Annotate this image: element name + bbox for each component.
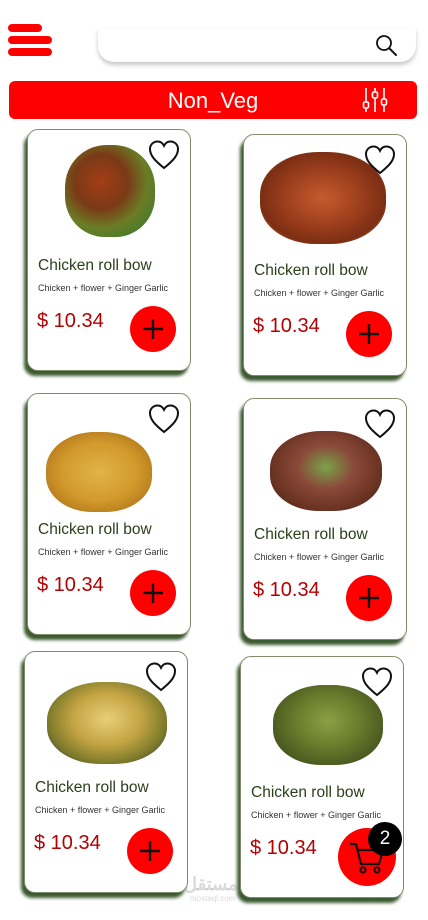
product-description: Chicken + flower + Ginger Garlic [38,283,169,293]
food-image [273,685,383,765]
plus-icon [359,324,379,344]
hamburger-menu-icon[interactable] [8,24,54,58]
heart-icon[interactable] [148,404,180,434]
category-header: Non_Veg [9,81,417,119]
heart-icon[interactable] [145,662,177,692]
food-image [65,145,155,237]
watermark-subtext: mostaql.com [190,894,236,903]
product-name: Chicken roll bow [254,262,368,279]
product-price: $ 10.34 [37,310,104,332]
product-card[interactable]: Chicken roll bow Chicken + flower + Ging… [27,393,191,635]
product-card[interactable]: Chicken roll bow Chicken + flower + Ging… [27,129,191,371]
product-description: Chicken + flower + Ginger Garlic [254,288,385,298]
add-to-cart-button[interactable] [130,570,176,616]
search-bar[interactable] [98,28,416,62]
plus-icon [143,319,163,339]
sliders-filter-icon[interactable] [361,87,389,113]
product-name: Chicken roll bow [35,779,149,796]
food-image [47,682,167,764]
heart-icon[interactable] [148,140,180,170]
plus-icon [359,588,379,608]
search-input[interactable] [112,32,366,60]
food-image [46,432,152,512]
product-price: $ 10.34 [37,574,104,596]
search-icon[interactable] [374,33,398,57]
add-to-cart-button[interactable] [127,828,173,874]
heart-icon[interactable] [364,145,396,175]
add-to-cart-button[interactable] [130,306,176,352]
product-card[interactable]: Chicken roll bow Chicken + flower + Ging… [243,398,407,640]
product-price: $ 10.34 [253,579,320,601]
heart-icon[interactable] [361,667,393,697]
product-price: $ 10.34 [250,837,317,859]
product-name: Chicken roll bow [38,257,152,274]
product-card[interactable]: Chicken roll bow Chicken + flower + Ging… [243,134,407,376]
product-card[interactable]: Chicken roll bow Chicken + flower + Ging… [24,651,188,893]
product-name: Chicken roll bow [254,526,368,543]
product-name: Chicken roll bow [38,521,152,538]
product-price: $ 10.34 [253,315,320,337]
category-title: Non_Veg [167,88,259,113]
product-name: Chicken roll bow [251,784,365,801]
heart-icon[interactable] [364,409,396,439]
food-image [270,431,382,511]
product-description: Chicken + flower + Ginger Garlic [254,552,385,562]
product-price: $ 10.34 [34,832,101,854]
add-to-cart-button[interactable] [346,311,392,357]
plus-icon [140,841,160,861]
watermark: مستقل [184,874,238,894]
product-description: Chicken + flower + Ginger Garlic [38,547,169,557]
product-description: Chicken + flower + Ginger Garlic [35,805,166,815]
plus-icon [143,583,163,603]
cart-count-badge: 2 [368,822,402,856]
product-description: Chicken + flower + Ginger Garlic [251,810,382,820]
add-to-cart-button[interactable] [346,575,392,621]
